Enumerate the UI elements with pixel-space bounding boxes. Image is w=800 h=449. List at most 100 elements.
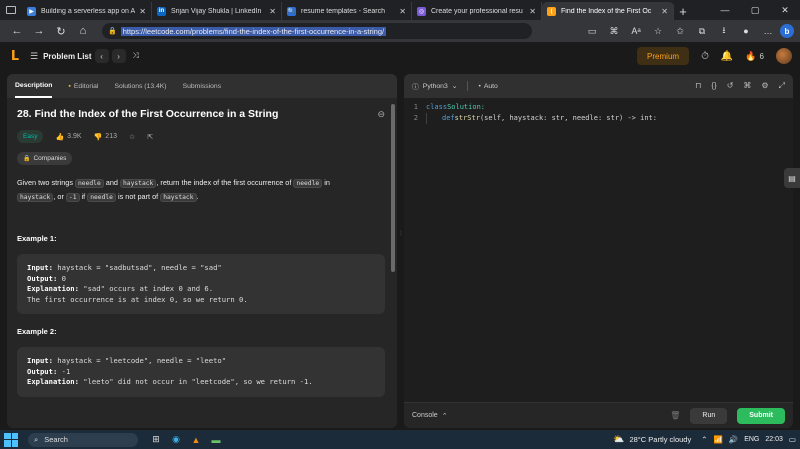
reset-icon[interactable]: ↺ (727, 81, 734, 91)
close-tab-icon[interactable]: ✕ (661, 7, 668, 16)
companies-label: Companies (33, 155, 67, 162)
tab-solutions[interactable]: Solutions (13.4K) (114, 74, 166, 98)
vlc-icon[interactable]: ▲ (190, 434, 202, 446)
explanation-label: Explanation: (27, 377, 79, 386)
chevron-up-icon[interactable]: ⌃ (701, 435, 707, 444)
side-panel-toggle-icon[interactable]: ▤ (784, 168, 800, 188)
inline-code: needle (87, 193, 116, 202)
profile-icon[interactable]: ● (736, 23, 756, 39)
code-editor[interactable]: 1 class Solution: 2 def strStr (self, hay… (404, 102, 793, 124)
tab-submissions[interactable]: Submissions (183, 74, 222, 98)
input-label: Input: (27, 263, 53, 272)
refresh-button[interactable]: ↻ (50, 22, 72, 40)
next-problem-button[interactable]: › (111, 49, 126, 63)
download-icon[interactable]: ⭳ (714, 23, 734, 39)
collections-icon[interactable]: ⧉ (692, 23, 712, 39)
settings-circle-icon[interactable]: ⊖ (377, 109, 385, 120)
volume-icon[interactable]: 🔊 (729, 435, 738, 444)
desc-text: . (196, 192, 199, 201)
premium-button[interactable]: Premium (637, 47, 690, 65)
bookmark-icon[interactable]: ⊓ (695, 81, 701, 91)
leetcode-logo-icon[interactable]: ᒪ (8, 48, 22, 63)
share-icon: ⇱ (147, 133, 154, 141)
tab-title: Srijan Vijay Shukla | LinkedIn (171, 7, 262, 15)
notification-bell-icon[interactable]: 🔔 (721, 51, 733, 62)
favorite-star-button[interactable]: ☆ (129, 133, 135, 141)
output-label: Output: (27, 273, 58, 283)
maximize-button[interactable]: ▢ (740, 0, 770, 20)
bing-icon[interactable]: b (780, 24, 794, 38)
favorites-icon[interactable]: ✩ (670, 23, 690, 39)
panel-resize-handle[interactable]: ⋮ (398, 230, 404, 237)
command-icon[interactable]: ⌘ (743, 81, 751, 91)
browser-tab[interactable]: 🔍 resume templates - Search ✕ (282, 2, 412, 20)
tab-favicon-icon: 🔍 (287, 6, 296, 16)
close-tab-icon[interactable]: ✕ (139, 7, 146, 16)
shuffle-icon[interactable]: ⤨ (129, 49, 143, 63)
menu-dots-icon[interactable]: … (758, 23, 778, 39)
language-indicator[interactable]: ENG (744, 436, 759, 443)
line-number: 1 (413, 103, 418, 111)
windows-start-icon[interactable] (4, 432, 18, 447)
app-available-icon[interactable]: ▭ (582, 23, 602, 39)
input-value: haystack = "sadbutsad", needle = "sad" (52, 263, 222, 272)
companies-tag[interactable]: 🔒 Companies (17, 152, 73, 165)
browser-tab[interactable]: ▶ Building a serverless app on A ✕ (22, 2, 152, 20)
url-text: https://leetcode.com/problems/find-the-i… (120, 26, 387, 36)
taskbar-search[interactable]: ⌕ Search (28, 432, 138, 447)
example-1-label: Example 1: (17, 234, 57, 243)
browser-tab[interactable]: ⟨ Find the Index of the First Oc ✕ (542, 2, 674, 20)
output-value: 0 (57, 273, 66, 283)
problem-list-link[interactable]: ☰ Problem List (30, 51, 92, 62)
timer-icon[interactable]: ⏱ (701, 51, 709, 62)
dislike-button[interactable]: 👎 213 (94, 133, 117, 141)
description-scrollbar[interactable] (391, 104, 395, 272)
inline-code: haystack (160, 193, 197, 202)
apps-icon[interactable]: ⌘ (604, 23, 624, 39)
forward-button[interactable]: → (28, 22, 50, 40)
network-icon[interactable]: 📶 (714, 435, 723, 444)
run-button[interactable]: Run (690, 407, 728, 424)
edge-icon[interactable]: ◉ (170, 434, 182, 446)
read-aloud-icon[interactable]: Aᵃ (626, 23, 646, 39)
tab-favicon-icon: in (157, 6, 166, 16)
auto-mode-toggle[interactable]: • Auto (478, 83, 497, 90)
browser-tab[interactable]: ◎ Create your professional resu ✕ (412, 2, 542, 20)
clock[interactable]: 22:03 (765, 436, 783, 443)
gear-icon[interactable]: ⚙ (761, 81, 768, 91)
close-tab-icon[interactable]: ✕ (399, 7, 406, 16)
expand-icon[interactable]: ⤢ (779, 81, 785, 91)
home-button[interactable]: ⌂ (72, 22, 94, 40)
url-input[interactable]: 🔒 https://leetcode.com/problems/find-the… (102, 23, 532, 39)
star-icon: ☆ (128, 133, 136, 141)
share-button[interactable]: ⇱ (147, 133, 153, 141)
close-tab-icon[interactable]: ✕ (529, 7, 536, 16)
app-icon[interactable]: ▬ (210, 434, 222, 446)
favorite-star-icon[interactable]: ☆ (648, 23, 668, 39)
back-button[interactable]: ← (6, 22, 28, 40)
task-view-icon[interactable]: ⊞ (150, 434, 162, 446)
new-tab-button[interactable]: + (674, 2, 692, 20)
lock-icon: 🔒 (23, 156, 31, 162)
close-tab-icon[interactable]: ✕ (269, 7, 276, 16)
input-value: haystack = "leetcode", needle = "leeto" (52, 356, 227, 365)
close-window-button[interactable]: ✕ (770, 0, 800, 20)
braces-icon[interactable]: {} (711, 81, 716, 91)
like-button[interactable]: 👍 3.9K (55, 133, 81, 141)
tab-editorial[interactable]: ▪ Editorial (68, 74, 98, 98)
language-select[interactable]: ⓘ Python3 ⌄ (412, 81, 457, 92)
minimize-button[interactable]: — (710, 0, 740, 20)
streak-counter[interactable]: 🔥 6 (745, 51, 764, 62)
prev-problem-button[interactable]: ‹ (94, 49, 109, 63)
submit-button[interactable]: Submit (737, 407, 785, 424)
input-label: Input: (27, 356, 53, 365)
console-toggle[interactable]: Console ⌃ (412, 412, 448, 420)
weather-widget[interactable]: ⛅ 28°C Partly cloudy (613, 434, 691, 445)
avatar[interactable] (776, 48, 792, 64)
browser-tab[interactable]: in Srijan Vijay Shukla | LinkedIn ✕ (152, 2, 282, 20)
trash-icon[interactable]: 🗑 (670, 411, 680, 420)
code-class-name: Solution: (447, 103, 486, 111)
tab-description[interactable]: Description (15, 74, 53, 98)
notification-icon[interactable]: ▭ (789, 435, 796, 444)
tab-actions-icon[interactable] (0, 0, 22, 20)
